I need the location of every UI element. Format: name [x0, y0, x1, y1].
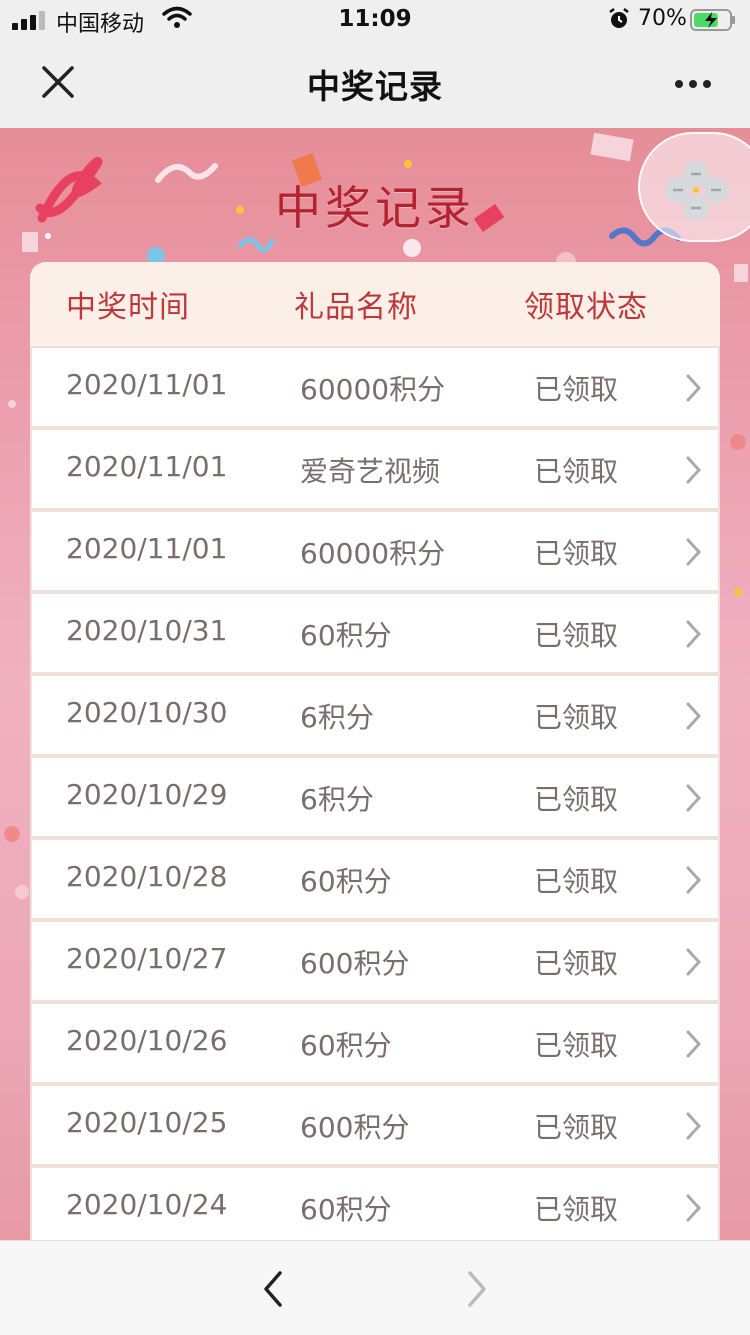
row-date: 2020/11/01	[66, 532, 228, 565]
table-row[interactable]: 2020/10/30 6积分 已领取	[32, 676, 718, 754]
table-row[interactable]: 2020/10/27 600积分 已领取	[32, 922, 718, 1000]
chevron-right-icon	[686, 702, 702, 730]
row-date: 2020/10/25	[66, 1106, 228, 1139]
chevron-right-icon	[686, 456, 702, 484]
row-status: 已领取	[534, 701, 619, 734]
row-gift: 60000积分	[300, 373, 446, 406]
row-status: 已领取	[534, 783, 619, 816]
row-date: 2020/10/27	[66, 942, 228, 975]
row-date: 2020/11/01	[66, 368, 228, 401]
table-row[interactable]: 2020/11/01 60000积分 已领取	[32, 512, 718, 590]
row-status: 已领取	[534, 1111, 619, 1144]
browser-toolbar	[0, 1240, 750, 1335]
floating-link-button[interactable]	[638, 132, 750, 242]
table-row[interactable]: 2020/11/01 60000积分 已领取	[32, 348, 718, 426]
row-date: 2020/10/30	[66, 696, 228, 729]
link-cluster-icon	[665, 161, 729, 221]
chevron-right-icon[interactable]	[458, 1269, 494, 1309]
row-date: 2020/10/29	[66, 778, 228, 811]
table-body: 2020/11/01 60000积分 已领取 2020/11/01 爱奇艺视频 已领取 20…	[30, 348, 720, 1240]
row-gift: 爱奇艺视频	[300, 455, 441, 488]
row-status: 已领取	[534, 373, 619, 406]
header-gift: 礼品名称	[294, 290, 418, 325]
chevron-right-icon	[686, 620, 702, 648]
chevron-right-icon	[686, 374, 702, 402]
row-gift: 60积分	[300, 865, 392, 898]
table-row[interactable]: 2020/10/26 60积分 已领取	[32, 1004, 718, 1082]
header-date: 中奖时间	[66, 290, 190, 325]
row-status: 已领取	[534, 455, 619, 488]
battery-percent: 70%	[638, 6, 687, 31]
table-row[interactable]: 2020/10/25 600积分 已领取	[32, 1086, 718, 1164]
chevron-right-icon	[686, 538, 702, 566]
row-gift: 60积分	[300, 1193, 392, 1226]
row-status: 已领取	[534, 537, 619, 570]
chevron-right-icon	[686, 1030, 702, 1058]
nav-bar: 中奖记录	[0, 40, 750, 128]
row-date: 2020/11/01	[66, 450, 228, 483]
alarm-icon	[609, 8, 629, 28]
row-gift: 6积分	[300, 701, 374, 734]
chevron-right-icon	[686, 866, 702, 894]
header-status: 领取状态	[524, 290, 648, 325]
chevron-right-icon	[686, 948, 702, 976]
status-bar: 中国移动 11:09 70%	[0, 0, 750, 40]
row-date: 2020/10/24	[66, 1188, 228, 1221]
table-row[interactable]: 2020/10/29 6积分 已领取	[32, 758, 718, 836]
records-table: 中奖时间 礼品名称 领取状态 2020/11/01 60000积分 已领取 2020/…	[30, 262, 720, 1240]
table-header: 中奖时间 礼品名称 领取状态	[30, 262, 720, 348]
page-title: 中奖记录	[307, 67, 443, 106]
row-gift: 60积分	[300, 1029, 392, 1062]
row-gift: 600积分	[300, 1111, 410, 1144]
row-gift: 6积分	[300, 783, 374, 816]
row-gift: 600积分	[300, 947, 410, 980]
row-date: 2020/10/26	[66, 1024, 228, 1057]
chevron-left-icon[interactable]	[256, 1269, 292, 1309]
row-date: 2020/10/28	[66, 860, 228, 893]
chevron-right-icon	[686, 784, 702, 812]
row-status: 已领取	[534, 619, 619, 652]
row-gift: 60000积分	[300, 537, 446, 570]
chevron-right-icon	[686, 1194, 702, 1222]
chevron-right-icon	[686, 1112, 702, 1140]
row-status: 已领取	[534, 865, 619, 898]
more-icon[interactable]	[668, 64, 718, 104]
row-status: 已领取	[534, 947, 619, 980]
table-row[interactable]: 2020/10/31 60积分 已领取	[32, 594, 718, 672]
table-row[interactable]: 2020/11/01 爱奇艺视频 已领取	[32, 430, 718, 508]
table-row[interactable]: 2020/10/28 60积分 已领取	[32, 840, 718, 918]
row-date: 2020/10/31	[66, 614, 228, 647]
battery-charging-icon	[690, 9, 735, 31]
row-status: 已领取	[534, 1193, 619, 1226]
row-status: 已领取	[534, 1029, 619, 1062]
row-gift: 60积分	[300, 619, 392, 652]
page-content: 中奖记录 中奖时间 礼品名称 领取状态 2020/11/01 60000积分 已领取…	[0, 128, 750, 1240]
table-row[interactable]: 2020/10/24 60积分 已领取	[32, 1168, 718, 1240]
